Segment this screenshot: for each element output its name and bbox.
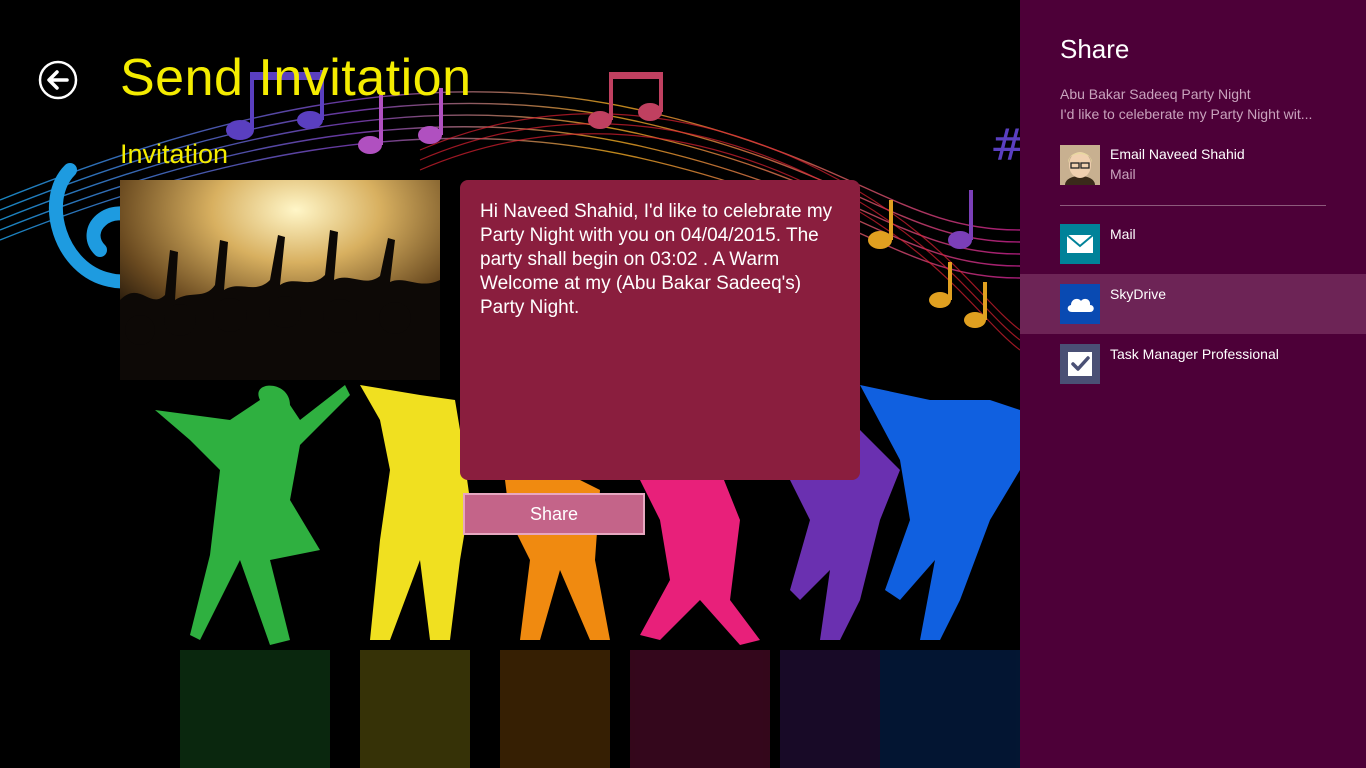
share-target-skydrive[interactable]: SkyDrive	[1020, 274, 1366, 334]
section-title: Invitation	[120, 139, 229, 169]
share-charm-subtitle: Abu Bakar Sadeeq Party Night	[1060, 86, 1251, 102]
cloud-icon	[1060, 284, 1100, 324]
share-charm-title: Share	[1060, 34, 1130, 64]
svg-text:#: #	[990, 120, 1020, 171]
page-title: Send Invitation	[120, 49, 472, 107]
invitation-message-card: Hi Naveed Shahid, I'd like to celebrate …	[460, 180, 860, 480]
share-target-label: Mail	[1110, 226, 1136, 242]
share-target-mail[interactable]: Mail	[1020, 214, 1366, 274]
share-charm: Share Abu Bakar Sadeeq Party Night I'd l…	[1020, 0, 1366, 768]
mail-icon	[1060, 224, 1100, 264]
share-button[interactable]: Share	[463, 493, 645, 535]
back-button[interactable]	[38, 60, 78, 100]
charm-divider	[1060, 205, 1326, 206]
share-target-task-manager[interactable]: Task Manager Professional	[1020, 334, 1366, 394]
checkbox-icon	[1060, 344, 1100, 384]
quicklink-email-naveed[interactable]: Email Naveed Shahid Mail	[1060, 144, 1326, 188]
avatar	[1060, 145, 1100, 185]
share-charm-description: I'd like to celeberate my Party Night wi…	[1060, 106, 1313, 122]
share-target-label: Task Manager Professional	[1110, 346, 1279, 362]
quicklink-app: Mail	[1110, 166, 1136, 182]
app-canvas: #	[0, 0, 1020, 768]
invitation-message: Hi Naveed Shahid, I'd like to celebrate …	[480, 201, 833, 318]
share-target-label: SkyDrive	[1110, 286, 1167, 302]
quicklink-name: Email Naveed Shahid	[1110, 146, 1245, 162]
back-arrow-icon	[38, 60, 78, 100]
party-photo	[120, 180, 440, 380]
